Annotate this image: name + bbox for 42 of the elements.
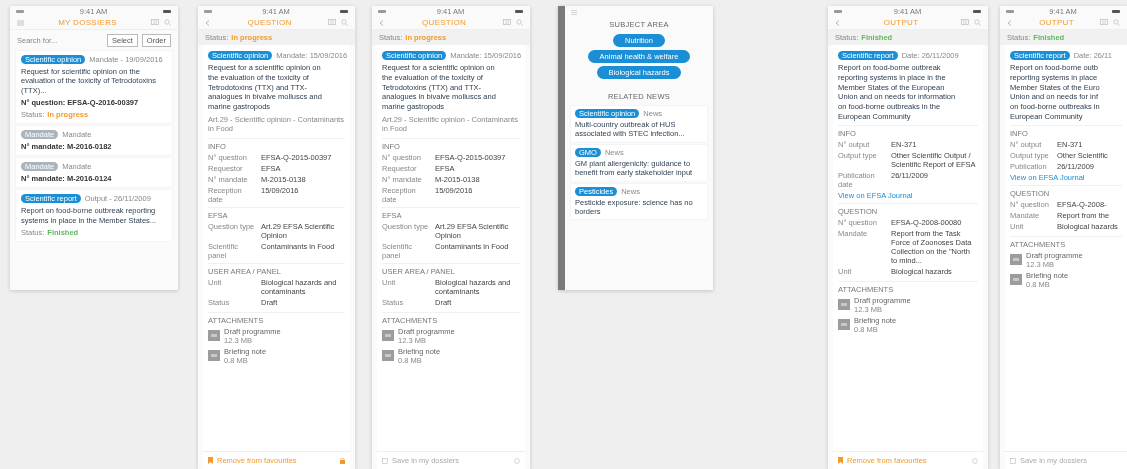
signal-icon xyxy=(834,10,842,13)
file-icon[interactable] xyxy=(838,299,850,310)
list-icon[interactable] xyxy=(328,19,336,25)
back-icon[interactable] xyxy=(205,19,211,26)
screen-title: QUESTION xyxy=(421,18,467,27)
search-icon[interactable] xyxy=(164,19,171,26)
file-icon[interactable] xyxy=(838,319,850,330)
lock-icon[interactable] xyxy=(340,457,345,464)
checkbox-icon[interactable] xyxy=(1010,457,1016,464)
battery-icon xyxy=(340,10,349,13)
search-icon[interactable] xyxy=(974,19,981,26)
file-icon[interactable] xyxy=(208,350,220,362)
bookmark-icon[interactable] xyxy=(208,457,213,464)
screen-title: OUTPUT xyxy=(883,18,919,27)
list-icon[interactable] xyxy=(961,19,969,25)
back-icon[interactable] xyxy=(379,19,385,26)
file-icon[interactable] xyxy=(382,350,394,362)
signal-icon xyxy=(1006,10,1014,13)
search-icon[interactable] xyxy=(1113,19,1120,26)
file-icon[interactable] xyxy=(382,330,394,342)
screen-title: QUESTION xyxy=(247,18,292,27)
list-icon[interactable] xyxy=(503,19,511,25)
back-icon[interactable] xyxy=(1007,19,1013,26)
file-icon[interactable] xyxy=(1010,254,1022,265)
battery-icon xyxy=(515,10,524,13)
bookmark-icon[interactable] xyxy=(838,457,843,464)
back-icon[interactable] xyxy=(835,19,841,26)
battery-icon xyxy=(163,10,172,13)
search-icon[interactable] xyxy=(341,19,348,26)
screen-title: OUTPUT xyxy=(1039,18,1074,27)
signal-icon xyxy=(204,10,212,13)
file-icon[interactable] xyxy=(208,330,220,342)
signal-icon xyxy=(16,10,24,13)
checkbox-icon[interactable] xyxy=(382,457,388,464)
screen-title: MY DOSSIERS xyxy=(58,18,117,27)
list-icon[interactable] xyxy=(1100,19,1108,25)
list-icon[interactable] xyxy=(151,19,159,25)
file-icon[interactable] xyxy=(1010,274,1022,285)
battery-icon xyxy=(973,10,982,13)
search-icon[interactable] xyxy=(516,19,523,26)
signal-icon xyxy=(378,10,386,13)
battery-icon xyxy=(1112,10,1121,13)
